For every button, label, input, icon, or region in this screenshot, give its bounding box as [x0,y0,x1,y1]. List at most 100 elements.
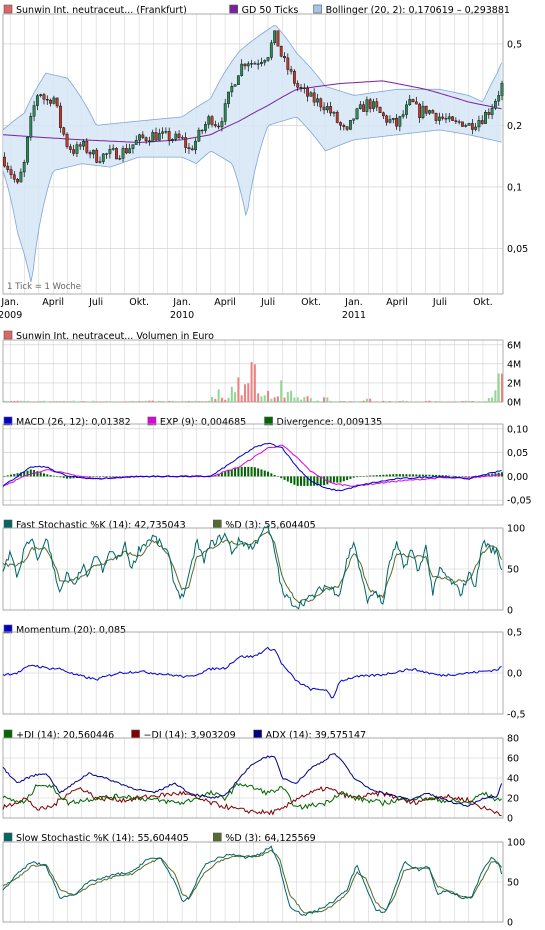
volume-bar [484,401,487,402]
price-candle [197,129,201,142]
divergence-bar [346,476,349,481]
price-candle [204,124,207,131]
volume-bar [82,401,85,402]
volume-bar [13,400,16,402]
volume-bar [474,401,477,402]
divergence-bar [461,476,464,477]
price-candle [312,92,316,103]
divergence-bar [435,474,438,477]
volume-bar [468,400,471,402]
volume-bar [428,400,431,402]
volume-bar [141,401,144,402]
macd-legend-label: EXP (9): 0,004685 [160,417,246,428]
price-candle [78,144,82,147]
volume-bar [52,401,55,402]
divergence-bar [418,474,421,477]
price-candle [85,141,89,153]
price-candle [289,69,293,72]
price-candle [342,125,346,127]
volume-bar [270,398,273,402]
price-candle [72,149,76,154]
divergence-bar [339,476,342,483]
price-candle [335,112,339,123]
volume-bar [323,397,326,402]
price-y-tick-label: 0,05 [507,244,528,255]
volume-bar [10,401,13,402]
price-candle [210,116,214,125]
volume-bar [243,384,246,402]
divergence-bar [352,476,355,478]
volume-bar [112,401,115,402]
dmi-legend-label: ADX (14): 39,575147 [266,730,366,741]
volume-bar [471,401,474,402]
price-candle [35,95,39,106]
price-y-tick-label: 0,1 [507,182,522,193]
divergence-bar [227,470,230,477]
price-candle [9,169,13,175]
price-candle [302,87,306,89]
divergence-bar [59,476,62,478]
volume-bar [260,396,263,402]
divergence-bar [257,468,260,477]
volume-panel: Sunwin Int. neutraceut... Volumen in Eur… [2,330,521,409]
price-candle [42,94,46,100]
price-candle [177,133,181,138]
volume-bar [155,401,158,403]
divergence-bar [451,475,454,477]
price-candle [437,116,441,121]
divergence-bar [415,474,418,477]
pdi-line [2,782,502,810]
price-legend-swatch [313,4,322,14]
volume-bar [421,401,424,403]
volume-bar [79,401,82,402]
divergence-bar [95,476,98,477]
fast_stochastic-y-tick-label: 0 [507,606,513,617]
volume-bar [138,401,141,402]
price-candle [296,83,300,88]
volume-bar [59,401,62,402]
price-candle [372,101,375,109]
macd-y-tick-label: -0,05 [507,496,532,507]
volume-bar [319,401,322,402]
divergence-bar [428,474,431,477]
divergence-bar [464,476,467,477]
volume-bar [224,399,227,402]
x-tick-label: April [214,297,236,308]
volume-bar [204,401,207,402]
volume-bar [108,401,111,403]
price-candle [213,124,217,127]
momentum-panel: Momentum (20): 0,085 0,5 0,0 -0,5 [2,624,526,721]
volume-legend-swatch [3,330,13,340]
fast-d-line [2,530,503,603]
volume-bar [352,401,355,402]
divergence-bar [458,476,461,477]
divergence-bar [431,474,434,477]
volume-bar [89,401,92,403]
price-candle [411,99,415,103]
dmi-legend-label: +DI (14): 20,560446 [16,730,114,741]
divergence-bar [395,474,398,477]
divergence-bar [280,476,283,479]
price-candle [141,134,145,138]
volume-bar [122,401,125,403]
divergence-bar [46,474,49,477]
price-candle [431,110,435,114]
price-candle [339,122,342,126]
volume-bar [191,400,194,402]
volume-bar [187,401,190,402]
volume-bar [444,401,447,403]
x-tick-label: Jan. [172,297,191,308]
divergence-bar [112,476,115,477]
price-candle [6,165,10,170]
price-candle [405,104,408,115]
divergence-bar [276,476,279,477]
volume-bar [412,401,415,403]
divergence-bar [379,474,382,477]
volume-bar [491,397,494,402]
price-candle [401,114,405,117]
volume-bar [500,373,503,402]
price-candle [161,131,164,134]
momentum-y-tick-label: 0,5 [507,628,522,639]
divergence-bar [313,476,316,486]
volume-bar [336,401,339,402]
